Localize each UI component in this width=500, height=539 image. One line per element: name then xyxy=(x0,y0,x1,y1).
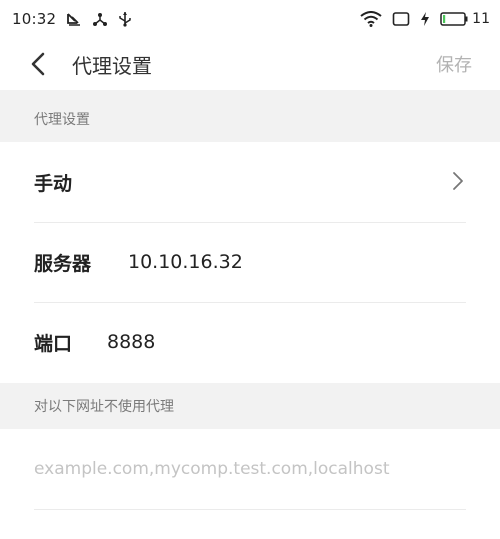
bypass-section-title: 对以下网址不使用代理 xyxy=(34,399,174,415)
usb-icon xyxy=(119,12,131,27)
battery-icon xyxy=(440,12,468,26)
wifi-icon xyxy=(360,11,382,27)
divider xyxy=(34,509,466,510)
proxy-mode-label: 手动 xyxy=(34,172,73,195)
charging-bolt-icon xyxy=(421,12,430,26)
proxy-section-title: 代理设置 xyxy=(34,112,90,128)
proxy-port-row[interactable]: 端口 8888 xyxy=(0,302,500,382)
port-value[interactable]: 8888 xyxy=(107,331,155,353)
status-left: 10:32 xyxy=(12,10,132,28)
bypass-list-input[interactable] xyxy=(34,429,474,509)
title-bar: 代理设置 保存 xyxy=(0,38,500,90)
chevron-right-icon xyxy=(453,172,463,190)
bypass-card xyxy=(0,429,500,539)
battery-level: 11 xyxy=(472,11,490,27)
back-button[interactable] xyxy=(10,38,66,90)
status-time: 10:32 xyxy=(12,10,57,28)
proxy-mode-row[interactable]: 手动 xyxy=(0,142,500,222)
bypass-section-header: 对以下网址不使用代理 xyxy=(0,383,500,429)
status-bar: 10:32 11 xyxy=(0,0,500,38)
screen: 10:32 11 代理设置 保存 代理设置 手动 服务器 10.10.16.32… xyxy=(0,0,500,539)
status-right: 11 xyxy=(360,11,490,27)
battery-fill xyxy=(443,15,446,23)
share-icon xyxy=(93,13,108,26)
proxy-section-header: 代理设置 xyxy=(0,96,500,142)
page-title: 代理设置 xyxy=(72,53,152,78)
save-button[interactable]: 保存 xyxy=(436,51,472,77)
proxy-server-row[interactable]: 服务器 10.10.16.32 xyxy=(0,222,500,302)
port-label: 端口 xyxy=(34,332,73,355)
chevron-left-icon xyxy=(31,52,45,76)
screen-rotate-icon xyxy=(392,12,410,26)
signal-muted-icon xyxy=(67,13,81,26)
server-value[interactable]: 10.10.16.32 xyxy=(128,251,243,273)
server-label: 服务器 xyxy=(34,252,92,275)
proxy-settings-card: 手动 服务器 10.10.16.32 端口 8888 xyxy=(0,142,500,383)
